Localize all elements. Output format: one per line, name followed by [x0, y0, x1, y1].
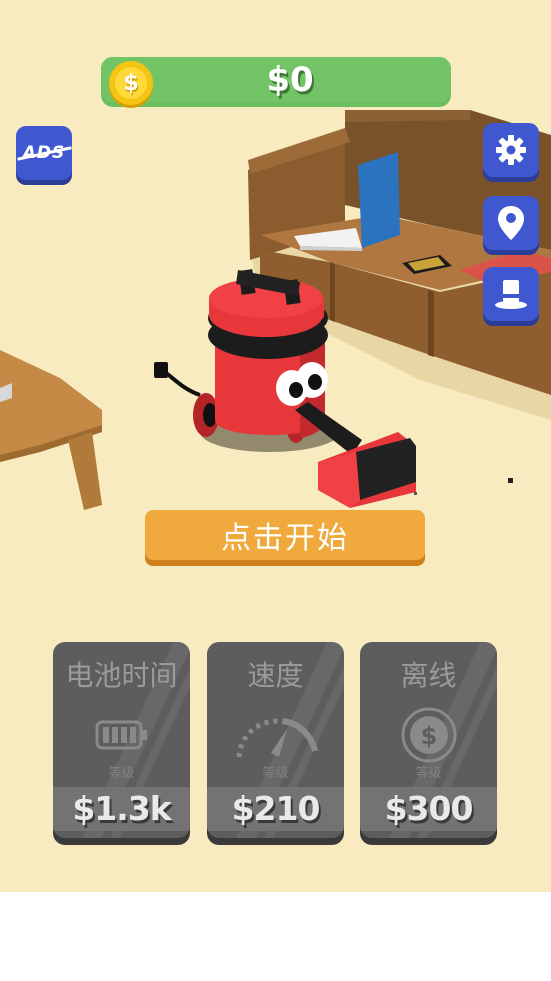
upgrade-price: $1.3k: [72, 789, 171, 828]
ads-label: ADS: [22, 143, 66, 163]
upgrade-card-offline[interactable]: 离线 $ 等级 $300: [360, 642, 497, 838]
map-button[interactable]: [483, 196, 539, 250]
upgrade-price: $210: [231, 789, 321, 828]
game-scene: $ $0 ADS 点击开始 电池时间 等级 $1.3k 速度 等级 $210 离…: [0, 0, 551, 892]
upgrade-card-battery[interactable]: 电池时间 等级 $1.3k: [53, 642, 190, 838]
dollar-coin-icon: $: [401, 707, 456, 763]
remove-ads-button[interactable]: ADS: [16, 126, 72, 180]
start-button-label: 点击开始: [221, 521, 349, 556]
upgrade-level: 等级: [415, 766, 442, 781]
bottom-blank-area: [0, 892, 551, 981]
start-button[interactable]: 点击开始: [145, 510, 425, 560]
speedometer-icon: [236, 718, 318, 758]
money-amount: $0: [266, 60, 314, 100]
battery-icon: [95, 720, 147, 750]
coin-icon: $: [109, 61, 153, 105]
skins-button[interactable]: [483, 267, 539, 321]
upgrade-title: 离线: [400, 659, 457, 692]
laptop: [358, 152, 400, 248]
svg-text:$: $: [420, 722, 437, 750]
upgrade-card-speed[interactable]: 速度 等级 $210: [207, 642, 344, 838]
upgrade-level: 等级: [108, 766, 135, 781]
settings-button[interactable]: [483, 123, 539, 177]
upgrade-level: 等级: [262, 766, 289, 781]
gear-icon: [496, 135, 526, 165]
map-pin-icon: [498, 206, 524, 240]
top-hat-icon: [495, 280, 527, 309]
upgrade-price: $300: [384, 789, 474, 828]
upgrade-title: 速度: [247, 659, 304, 692]
upgrade-title: 电池时间: [65, 659, 178, 692]
